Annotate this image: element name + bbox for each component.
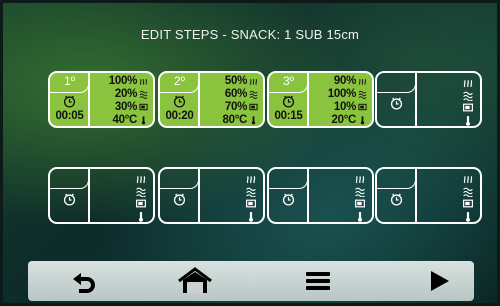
step-number: 3º — [282, 74, 295, 88]
microwave-icon — [462, 199, 474, 208]
steam-icon — [358, 90, 367, 99]
heat-waves-icon — [463, 80, 473, 88]
steam-icon — [139, 90, 148, 99]
steam-icon — [246, 187, 256, 197]
step-time: 00:05 — [55, 110, 84, 122]
steam-value: 100% — [327, 87, 357, 100]
step-card-empty[interactable] — [375, 71, 482, 128]
step-card-1[interactable]: 1º 00:05 100% 20% 30% 40°C — [48, 71, 155, 128]
step-card-empty[interactable] — [48, 167, 155, 224]
step-card-empty[interactable] — [267, 167, 374, 224]
microwave-icon — [135, 199, 147, 208]
heat-waves-icon — [140, 78, 147, 85]
steam-icon — [463, 91, 473, 101]
microwave-row: 10% — [309, 100, 367, 113]
screen: EDIT STEPS - SNACK: 1 SUB 15cm 1º 00:05 … — [0, 0, 500, 306]
temperature-row: 20°C — [309, 113, 367, 126]
heat-row: 50% — [200, 74, 258, 87]
steam-value: 60% — [224, 87, 247, 100]
step-icons — [135, 173, 147, 222]
thermometer-icon — [360, 115, 365, 124]
thermometer-icon — [251, 115, 256, 124]
step-card-empty[interactable] — [375, 167, 482, 224]
steam-icon — [249, 90, 258, 99]
heat-waves-icon — [250, 78, 257, 85]
microwave-row: 70% — [200, 100, 258, 113]
heat-waves-icon — [359, 78, 366, 85]
step-time: 00:15 — [274, 110, 303, 122]
microwave-icon — [249, 103, 258, 110]
microwave-icon — [358, 103, 367, 110]
microwave-icon — [354, 199, 366, 208]
home-icon[interactable] — [175, 267, 215, 295]
temperature-row: 80°C — [200, 113, 258, 126]
heat-row: 90% — [309, 74, 367, 87]
menu-icon[interactable] — [298, 267, 338, 295]
microwave-value: 10% — [333, 100, 356, 113]
step-number-tab — [160, 169, 199, 189]
clock-icon — [63, 193, 76, 206]
step-values: 100% 20% 30% 40°C — [90, 74, 148, 126]
step-number-tab — [269, 169, 308, 189]
thermometer-icon — [358, 211, 362, 222]
step-card-2[interactable]: 2º 00:20 50% 60% 70% 80°C — [158, 71, 265, 128]
step-values: 50% 60% 70% 80°C — [200, 74, 258, 126]
step-time: 00:20 — [165, 110, 194, 122]
clock-icon — [63, 95, 76, 108]
heat-waves-icon — [136, 176, 146, 184]
step-icons — [354, 173, 366, 222]
heat-value: 90% — [333, 74, 356, 87]
page-title: EDIT STEPS - SNACK: 1 SUB 15cm — [140, 27, 360, 42]
steam-row: 60% — [200, 87, 258, 100]
step-card-3[interactable]: 3º 00:15 90% 100% 10% 20°C — [267, 71, 374, 128]
microwave-value: 70% — [224, 100, 247, 113]
heat-waves-icon — [463, 176, 473, 184]
heat-value: 100% — [108, 74, 138, 87]
thermometer-icon — [139, 211, 143, 222]
temperature-value: 80°C — [222, 113, 248, 126]
microwave-value: 30% — [114, 100, 137, 113]
play-icon[interactable] — [418, 267, 458, 295]
microwave-icon — [462, 103, 474, 112]
thermometer-icon — [466, 211, 470, 222]
clock-icon — [173, 95, 186, 108]
microwave-icon — [139, 103, 148, 110]
temperature-value: 40°C — [112, 113, 138, 126]
step-number-tab — [377, 169, 416, 189]
steam-value: 20% — [114, 87, 137, 100]
step-card-empty[interactable] — [158, 167, 265, 224]
step-number: 2º — [173, 74, 186, 88]
step-icons — [245, 173, 257, 222]
steam-icon — [463, 187, 473, 197]
thermometer-icon — [466, 115, 470, 126]
clock-icon — [390, 97, 403, 110]
clock-icon — [390, 193, 403, 206]
bottom-navbar — [28, 261, 474, 301]
step-number-tab — [50, 169, 89, 189]
clock-icon — [282, 193, 295, 206]
clock-icon — [173, 193, 186, 206]
microwave-row: 30% — [90, 100, 148, 113]
temperature-row: 40°C — [90, 113, 148, 126]
step-icons — [462, 77, 474, 126]
steam-icon — [355, 187, 365, 197]
heat-row: 100% — [90, 74, 148, 87]
back-arrow-icon[interactable] — [65, 267, 105, 295]
step-number-tab — [377, 73, 416, 93]
steam-row: 20% — [90, 87, 148, 100]
heat-value: 50% — [224, 74, 247, 87]
heat-waves-icon — [355, 176, 365, 184]
step-values: 90% 100% 10% 20°C — [309, 74, 367, 126]
step-number: 1º — [63, 74, 76, 88]
thermometer-icon — [141, 115, 146, 124]
steam-icon — [136, 187, 146, 197]
clock-icon — [282, 95, 295, 108]
step-icons — [462, 173, 474, 222]
steam-row: 100% — [309, 87, 367, 100]
heat-waves-icon — [246, 176, 256, 184]
temperature-value: 20°C — [331, 113, 357, 126]
thermometer-icon — [249, 211, 253, 222]
microwave-icon — [245, 199, 257, 208]
